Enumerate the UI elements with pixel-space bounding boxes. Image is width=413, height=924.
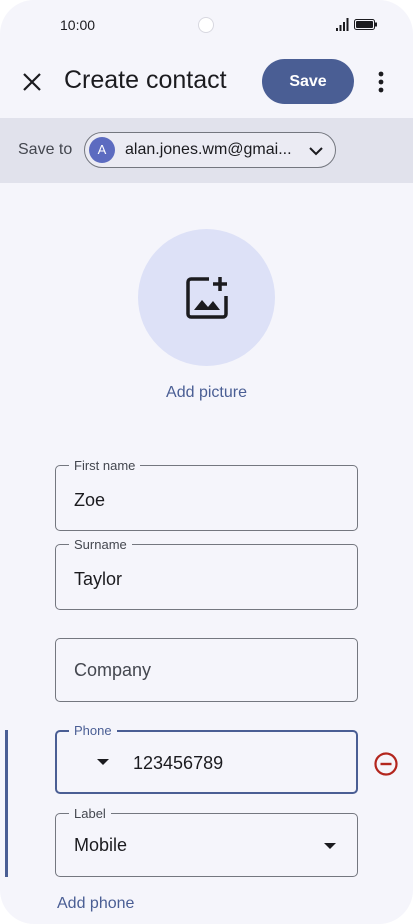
company-field[interactable]: Company: [55, 638, 358, 702]
phone-value: 123456789: [133, 753, 224, 773]
add-picture-link[interactable]: Add picture: [0, 384, 413, 402]
label-value: Mobile: [74, 835, 128, 855]
page-title: Create contact: [64, 66, 227, 94]
avatar: A: [89, 137, 115, 163]
phone-section-indicator: [5, 730, 8, 877]
add-picture-button[interactable]: [138, 229, 275, 366]
save-to-bar: Save to A alan.jones.wm@gmai...: [0, 118, 413, 183]
remove-phone-icon[interactable]: [372, 750, 400, 778]
account-selector[interactable]: A alan.jones.wm@gmai...: [84, 132, 336, 168]
add-photo-icon: [185, 276, 228, 319]
camera-cutout: [198, 17, 214, 33]
more-vert-icon: [378, 71, 384, 93]
label-field-label: Label: [69, 806, 111, 821]
company-placeholder: Company: [74, 660, 152, 680]
label-dropdown-icon: [324, 843, 336, 849]
chevron-down-icon: [309, 147, 323, 156]
status-time: 10:00: [60, 17, 96, 33]
close-button[interactable]: [14, 64, 50, 100]
first-name-label: First name: [69, 458, 141, 473]
close-icon: [23, 73, 41, 91]
country-code-dropdown-icon[interactable]: [97, 759, 109, 765]
phone-screen: 10:00 Create contact Save Save to A alan…: [0, 0, 413, 924]
account-email: alan.jones.wm@gmai...: [125, 141, 292, 158]
add-phone-link[interactable]: Add phone: [57, 895, 134, 913]
phone-label: Phone: [69, 723, 117, 738]
first-name-value: Zoe: [74, 490, 106, 510]
save-to-label: Save to: [18, 141, 73, 158]
more-options-button[interactable]: [366, 64, 396, 100]
surname-value: Taylor: [74, 569, 123, 589]
surname-field[interactable]: Surname Taylor: [55, 537, 358, 610]
battery-icon: [354, 19, 377, 30]
save-button[interactable]: Save: [262, 59, 354, 104]
surname-label: Surname: [69, 537, 132, 552]
phone-field[interactable]: Phone 123456789: [55, 723, 358, 794]
phone-label-select[interactable]: Label Mobile: [55, 806, 358, 877]
first-name-field[interactable]: First name Zoe: [55, 458, 358, 531]
signal-icon: [336, 18, 349, 31]
